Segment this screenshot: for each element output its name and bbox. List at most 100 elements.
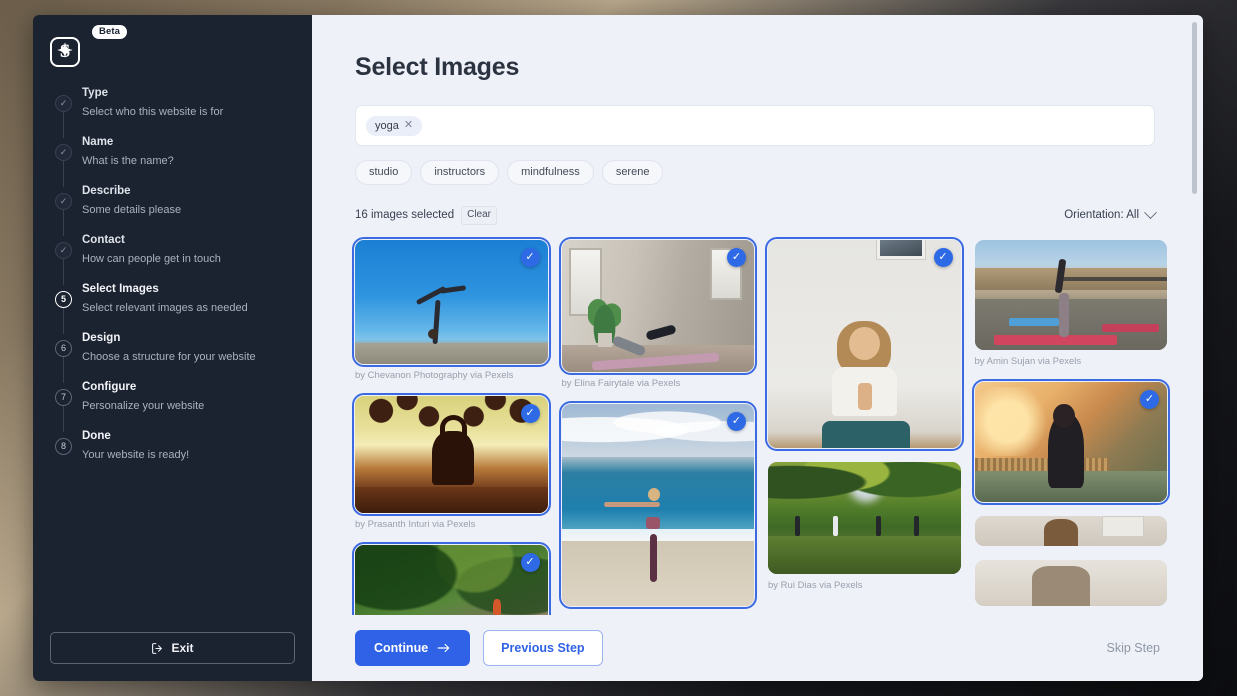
suggestion-chip-studio[interactable]: studio <box>355 160 413 186</box>
sidebar-step-select-images[interactable]: 5 Select Images Select relevant images as … <box>33 281 312 334</box>
image-thumbnail[interactable] <box>974 239 1167 350</box>
sidebar-step-name[interactable]: ✓ Name What is the name? <box>33 134 312 187</box>
image-card <box>974 515 1167 546</box>
check-icon[interactable]: ✓ <box>520 247 540 267</box>
step-title: Type <box>82 87 108 99</box>
step-description: How can people get in touch <box>82 253 221 266</box>
image-credit: by Elina Fairytale via Pexels <box>561 377 681 389</box>
check-icon[interactable]: ✓ <box>933 247 953 267</box>
step-description: What is the name? <box>82 155 174 168</box>
photo <box>974 559 1167 606</box>
suggestion-chip-serene[interactable]: serene <box>601 160 664 186</box>
photo <box>355 395 548 513</box>
close-icon[interactable]: ✕ <box>404 120 413 131</box>
image-thumbnail[interactable] <box>768 461 961 574</box>
photo <box>768 461 961 574</box>
step-marker: ✓ <box>55 193 72 210</box>
image-thumbnail[interactable] <box>974 559 1167 606</box>
tag-chip-label: yoga <box>375 119 399 132</box>
page-title: Select Images <box>355 53 520 81</box>
app-logo[interactable]: Beta ✦ S <box>50 23 170 71</box>
sparkle-icon: ✦ <box>57 41 73 62</box>
clear-button[interactable]: Clear <box>461 206 497 225</box>
check-icon[interactable]: ✓ <box>727 247 746 267</box>
image-card <box>974 559 1167 606</box>
tag-chip-yoga[interactable]: yoga ✕ <box>366 115 423 136</box>
search-input[interactable]: yoga ✕ <box>355 105 1155 146</box>
check-icon[interactable]: ✓ <box>520 553 540 573</box>
photo <box>355 239 548 364</box>
step-connector <box>63 406 64 432</box>
step-title: Contact <box>82 234 125 246</box>
suggestion-chip-instructors[interactable]: instructors <box>420 160 500 186</box>
scrollbar-track[interactable] <box>1192 18 1200 678</box>
step-title: Describe <box>82 185 131 197</box>
sidebar-step-configure[interactable]: 7 Configure Personalize your website <box>33 379 312 432</box>
image-thumbnail[interactable]: ✓ <box>352 236 551 367</box>
sidebar-step-type[interactable]: ✓ Type Select who this website is for <box>33 85 312 138</box>
step-description: Some details please <box>82 204 182 217</box>
sidebar-step-contact[interactable]: ✓ Contact How can people get in touch <box>33 232 312 285</box>
image-thumbnail[interactable] <box>974 515 1167 546</box>
step-title: Design <box>82 332 121 344</box>
step-marker: ✓ <box>55 144 72 161</box>
continue-button[interactable]: Continue <box>355 630 471 666</box>
step-title: Done <box>82 430 111 442</box>
sidebar-step-done[interactable]: 8 Done Your website is ready! <box>33 428 312 477</box>
step-marker: ✓ <box>55 242 72 259</box>
orientation-label: Orientation: All <box>1064 209 1139 222</box>
image-card: by Rui Dias via Pexels <box>768 461 961 592</box>
step-connector <box>63 112 64 138</box>
step-title: Select Images <box>82 283 159 295</box>
main-panel: Select Images yoga ✕ studio instructors mi… <box>312 15 1203 681</box>
step-marker: 8 <box>55 438 72 455</box>
image-credit: by Chevanon Photography via Pexels <box>355 369 514 381</box>
wizard-steps: ✓ Type Select who this website is for ✓ Name… <box>33 85 312 477</box>
step-title: Name <box>82 136 114 148</box>
footer-actions: Continue Previous Step Skip Step <box>312 615 1203 681</box>
step-description: Select who this website is for <box>82 106 224 119</box>
suggestion-chip-mindfulness[interactable]: mindfulness <box>507 160 594 186</box>
scrollbar-thumb[interactable] <box>1192 22 1197 194</box>
step-description: Select relevant images as needed <box>82 302 248 315</box>
step-connector <box>63 357 64 383</box>
exit-button[interactable]: Exit <box>50 632 295 664</box>
previous-step-button[interactable]: Previous Step <box>483 630 603 666</box>
step-description: Your website is ready! <box>82 449 190 462</box>
step-marker: ✓ <box>55 95 72 112</box>
step-connector <box>63 161 64 187</box>
main-scroll-area: Select Images yoga ✕ studio instructors mi… <box>312 15 1203 681</box>
image-card: by Amin Sujan via Pexels <box>974 239 1167 368</box>
image-credit: by Rui Dias via Pexels <box>768 579 863 591</box>
orientation-dropdown[interactable]: Orientation: All <box>1064 206 1157 222</box>
image-card: ✓ <box>971 378 1170 505</box>
image-thumbnail[interactable]: ✓ <box>352 392 551 516</box>
check-icon[interactable]: ✓ <box>1140 389 1159 409</box>
step-description: Choose a structure for your website <box>82 351 256 364</box>
suggestion-chips: studio instructors mindfulness serene <box>355 160 1203 186</box>
image-thumbnail[interactable]: ✓ <box>558 236 757 375</box>
sidebar-step-design[interactable]: 6 Design Choose a structure for your websi… <box>33 330 312 383</box>
status-row: 16 images selected Clear Orientation: Al… <box>355 206 1157 225</box>
image-thumbnail[interactable]: ✓ <box>971 378 1170 505</box>
skip-step-button[interactable]: Skip Step <box>1106 641 1160 655</box>
sidebar-step-describe[interactable]: ✓ Describe Some details please <box>33 183 312 236</box>
image-thumbnail[interactable]: ✓ <box>765 236 964 451</box>
chevron-down-icon <box>1144 206 1157 219</box>
image-card: ✓ by Prasanth Inturi via Pexels <box>352 392 551 531</box>
check-icon[interactable]: ✓ <box>520 403 540 423</box>
step-marker: 7 <box>55 389 72 406</box>
logout-icon <box>152 642 163 654</box>
continue-button-label: Continue <box>374 641 429 655</box>
step-connector <box>63 308 64 334</box>
logo-tile: ✦ S <box>50 37 80 67</box>
photo <box>561 403 754 606</box>
image-credit: by Prasanth Inturi via Pexels <box>355 518 476 530</box>
beta-badge: Beta <box>92 25 127 40</box>
image-thumbnail[interactable]: ✓ <box>558 400 757 609</box>
sidebar: Beta ✦ S ✓ Type Select who this website is… <box>33 15 312 681</box>
photo <box>561 239 754 372</box>
check-icon[interactable]: ✓ <box>727 411 746 431</box>
image-credit: by Amin Sujan via Pexels <box>974 355 1082 367</box>
image-card: ✓ <box>765 236 964 451</box>
